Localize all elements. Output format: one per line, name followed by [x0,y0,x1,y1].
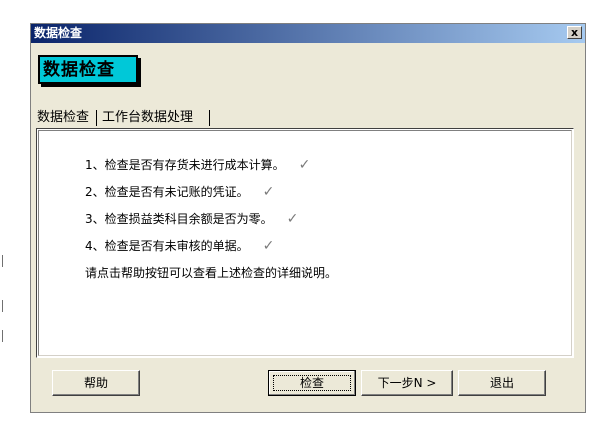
edge-mark [2,300,3,312]
check-item-unaudited-documents: 4、检查是否有未审核的单据。 ✓ [85,238,274,254]
exit-button[interactable]: 退出 [458,370,546,396]
tab-data-check[interactable]: 数据检查 [34,108,94,128]
tab-divider [209,110,210,126]
help-hint-text: 请点击帮助按钮可以查看上述检查的详细说明。 [85,266,338,280]
checkmark-icon: ✓ [286,211,299,227]
help-button[interactable]: 帮助 [52,370,140,396]
tab-label: 数据检查 [37,110,90,125]
header-badge-label: 数据检查 [43,60,115,80]
header-badge: 数据检查 [38,55,138,84]
checkmark-icon: ✓ [298,157,311,173]
check-item-text: 4、检查是否有未审核的单据。 [85,239,249,253]
edge-mark [2,255,3,267]
tab-divider [96,110,97,126]
edge-mark [2,330,3,342]
checkmark-icon: ✓ [262,238,275,254]
left-edge-marks [2,255,4,345]
check-item-unposted-vouchers: 2、检查是否有未记账的凭证。 ✓ [85,184,274,200]
check-item-text: 3、检查损益类科目余额是否为零。 [85,212,273,226]
check-item-text: 1、检查是否有存货未进行成本计算。 [85,158,285,172]
check-item-pl-balance: 3、检查损益类科目余额是否为零。 ✓ [85,211,298,227]
check-item-inventory-cost: 1、检查是否有存货未进行成本计算。 ✓ [85,157,310,173]
close-button[interactable]: x [567,26,582,39]
checkmark-icon: ✓ [262,184,275,200]
window-title: 数据检查 [34,26,83,40]
next-step-button[interactable]: 下一步N > [361,370,453,396]
button-bar: 帮助 检查 下一步N > 退出 [30,370,586,410]
check-button[interactable]: 检查 [268,370,356,396]
title-bar[interactable]: 数据检查 x [31,24,585,43]
focus-rectangle [273,375,351,391]
tab-label: 工作台数据处理 [102,110,194,125]
tab-workbench-data-processing[interactable]: 工作台数据处理 [99,108,209,128]
check-item-text: 2、检查是否有未记账的凭证。 [85,185,249,199]
close-icon: x [570,26,579,39]
